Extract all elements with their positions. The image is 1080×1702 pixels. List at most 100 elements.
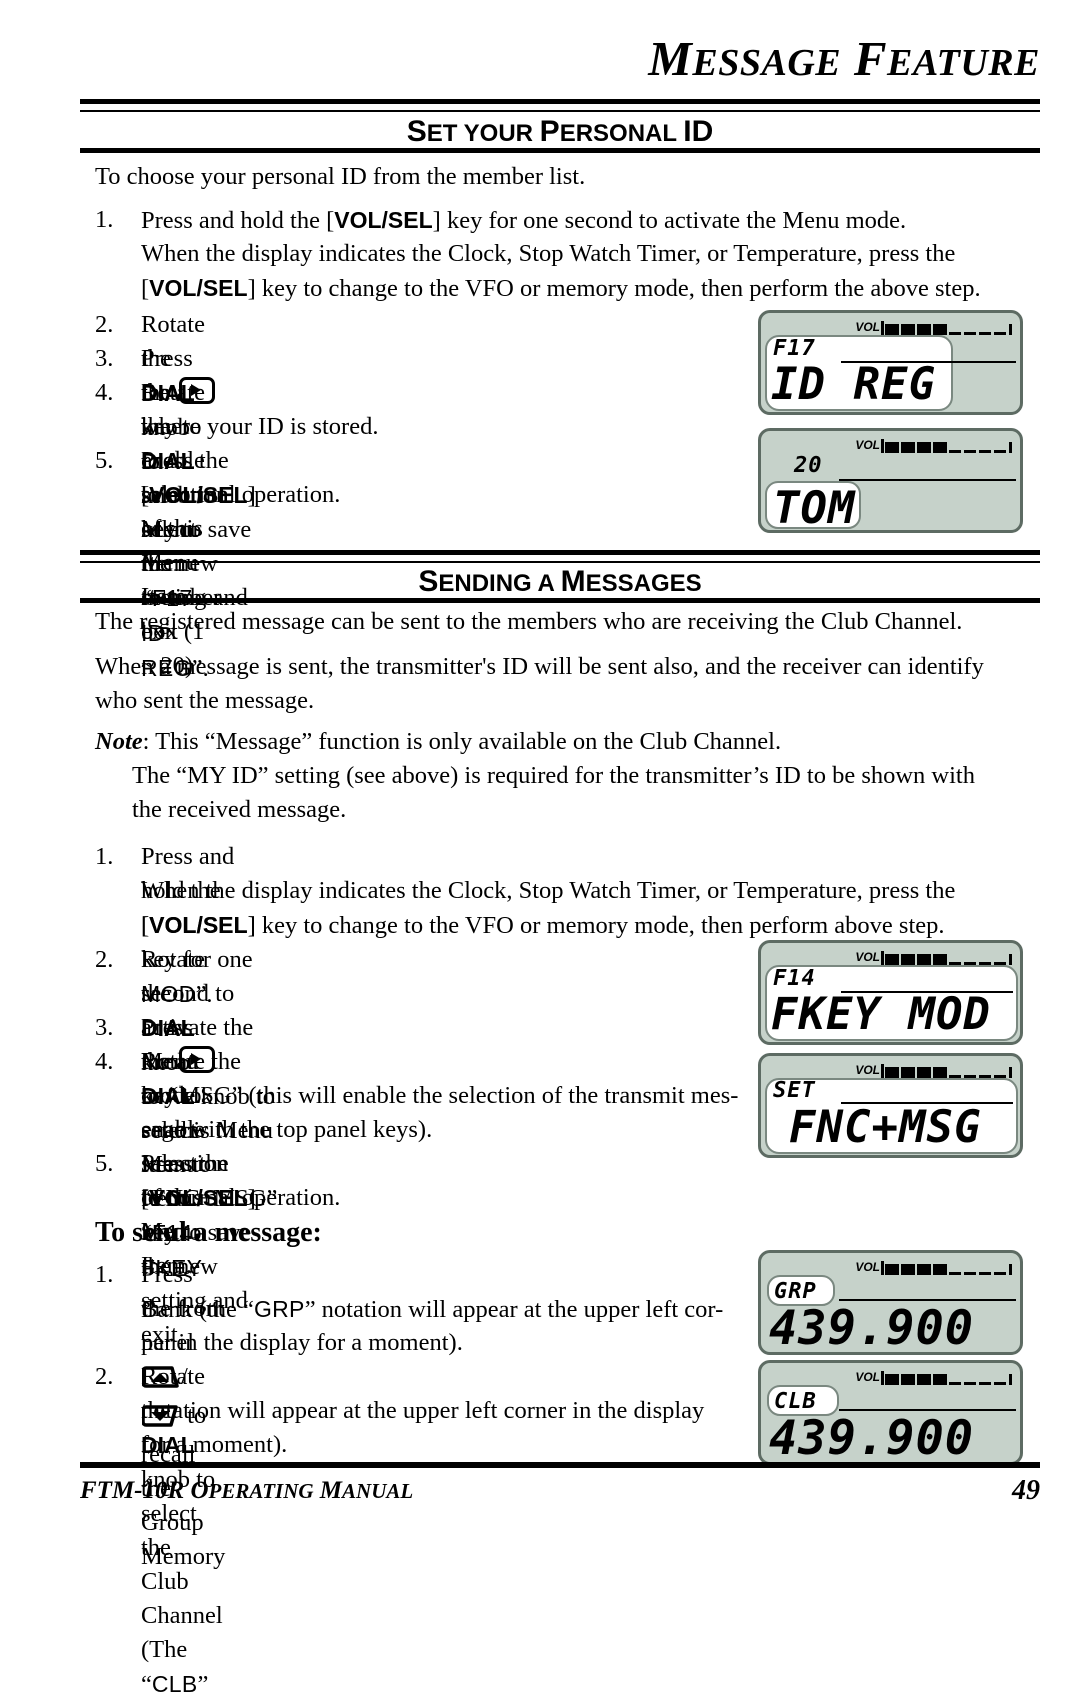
lcd-member-number: 20 [794, 453, 823, 478]
note-line2: The “MY ID” setting (see above) is requi… [132, 762, 975, 789]
frag: ”. [195, 981, 213, 1008]
vol-bargraph [881, 949, 1012, 965]
key-vol-sel: VOL/SEL [149, 275, 248, 301]
lcd-f17-id-reg: VOL F17 ID REG [758, 310, 1023, 415]
list-item-text: where your ID is stored. [141, 413, 379, 440]
note-block: Note: This “Message” function is only av… [95, 725, 781, 759]
heading2-p3: ESSAGES [585, 570, 702, 597]
section2-rule-bottom [80, 598, 1040, 603]
list-item-number: 5. [95, 1150, 114, 1177]
lcd-20-tom: VOL 20 TOM [758, 428, 1023, 533]
list-item-number: 3. [95, 345, 114, 372]
lcd-grp-439900: VOL GRP 439.900 [758, 1250, 1023, 1355]
manual-page: MESSAGE FEATURE SET YOUR PERSONAL ID To … [0, 0, 1080, 1698]
list-item-text: [VOL/SEL] key to change to the VFO or me… [141, 271, 981, 306]
list-item-text: to normal operation. [141, 481, 341, 508]
footer-operating-rest: PERATING [208, 1479, 314, 1503]
page-title-word2-rest: EATURE [887, 42, 1040, 84]
lcd-main-text: FKEY MOD [771, 989, 991, 1040]
list-item-number: 3. [95, 1014, 114, 1041]
frag: ” notation will appear at the upper left… [304, 1296, 724, 1323]
lcd-underline [839, 479, 1016, 481]
section1-intro: To choose your personal ID from the memb… [95, 163, 586, 190]
lcd-menu-number: F14 [773, 966, 816, 991]
page-title-word1-rest: ESSAGE [692, 42, 842, 84]
list-item-text: to normal operation. [141, 1184, 341, 1211]
section1-rule-top-thin [80, 110, 1040, 112]
vol-label: VOL [855, 319, 880, 334]
vol-bracket-left [881, 438, 884, 453]
lcd-mode-label: SET [773, 1078, 816, 1103]
heading1-p2: P [539, 115, 560, 148]
list-item-number: 1. [95, 1261, 114, 1288]
vol-meter: VOL [855, 1061, 1012, 1078]
lcd-main-text: TOM [773, 483, 856, 533]
footer-manual-cap: M [319, 1477, 343, 1504]
vol-meter: VOL [855, 318, 1012, 335]
list-item-number: 4. [95, 379, 114, 406]
vol-bargraph [881, 1259, 1012, 1275]
frag: Rotate the [141, 1048, 242, 1075]
heading2-p1: ENDING A [438, 570, 561, 597]
vol-meter: VOL [855, 948, 1012, 965]
vol-bargraph [881, 319, 1012, 335]
page-title-word2-cap: F [853, 31, 888, 86]
list-item-text: Bank (the “GRP” notation will appear at … [141, 1292, 723, 1327]
lcd-main-text: FNC+MSG [789, 1102, 982, 1153]
lcd-clb-439900: VOL CLB 439.900 [758, 1360, 1023, 1465]
list-item-text: Press and hold the [VOL/SEL] key for one… [141, 203, 906, 238]
frag: [ [141, 912, 150, 939]
frag: Bank (the “ [141, 1296, 254, 1323]
list-item-text: for a moment). [141, 1431, 288, 1458]
list-item-text: sage with the top panel keys). [141, 1116, 433, 1143]
section2-rule-top-thin [80, 561, 1040, 563]
page-number: 49 [1012, 1475, 1040, 1506]
section2-rule-top-thick [80, 550, 1040, 555]
note-line3: the received message. [132, 796, 347, 823]
vol-label: VOL [855, 1369, 880, 1384]
note-label: Note [95, 728, 143, 755]
section2-paragraph: The registered message can be sent to th… [95, 608, 963, 635]
key-vol-sel: VOL/SEL [334, 207, 433, 233]
list-item-text: or “MSG” (this will enable the selection… [141, 1079, 738, 1113]
list-item-number: 1. [95, 206, 114, 233]
lcd-menu-number: F17 [773, 336, 816, 361]
frag: ” [197, 1671, 209, 1698]
heading2-p2: M [560, 565, 586, 598]
frag: ” (this will enable the selection of the… [231, 1082, 739, 1109]
footer-rule [80, 1462, 1040, 1468]
heading1-p0: S [406, 115, 427, 148]
lcd-frequency: 439.900 [769, 1301, 975, 1355]
vol-bargraph [881, 437, 1012, 453]
frag: [ [141, 275, 150, 302]
vol-label: VOL [855, 437, 880, 452]
list-item-number: 5. [95, 447, 114, 474]
vol-bracket-left [881, 1260, 884, 1275]
vol-bracket-right [1009, 953, 1012, 965]
section1-rule-top-thick [80, 99, 1040, 104]
frag: or “ [141, 1082, 179, 1109]
vol-meter: VOL [855, 1368, 1012, 1385]
list-item-text: MOD”. [141, 977, 213, 1012]
footer-manual-title: FTM-10R OPERATING MANUAL [80, 1477, 413, 1505]
footer-model: FTM-10R [80, 1477, 185, 1504]
lcd-f14-fkey-mod: VOL F14 FKEY MOD [758, 940, 1023, 1045]
list-item-number: 2. [95, 311, 114, 338]
list-item-number: 2. [95, 1363, 114, 1390]
heading1-p1: ET YOUR [426, 120, 540, 147]
list-item-text: notation will appear at the upper left c… [141, 1397, 705, 1424]
vol-bracket-left [881, 1370, 884, 1385]
vol-bracket-left [881, 320, 884, 335]
menu-value: MSG [178, 1082, 232, 1109]
subheading-to-send-a-message: To send a message: [95, 1217, 322, 1248]
frag: ] key for one second to activate the Men… [432, 207, 907, 234]
vol-bargraph [881, 1062, 1012, 1078]
lcd-set-fnc-msg: VOL SET FNC+MSG [758, 1053, 1023, 1158]
vol-meter: VOL [855, 436, 1012, 453]
section-heading-set-personal-id: SET YOUR PERSONAL ID [80, 117, 1040, 147]
lcd-bank-tag: GRP [774, 1279, 817, 1304]
key-vol-sel: VOL/SEL [149, 912, 248, 938]
page-title: MESSAGE FEATURE [80, 34, 1040, 83]
list-item-text: ner in the display for a moment). [141, 1329, 463, 1356]
vol-bracket-right [1009, 1263, 1012, 1275]
